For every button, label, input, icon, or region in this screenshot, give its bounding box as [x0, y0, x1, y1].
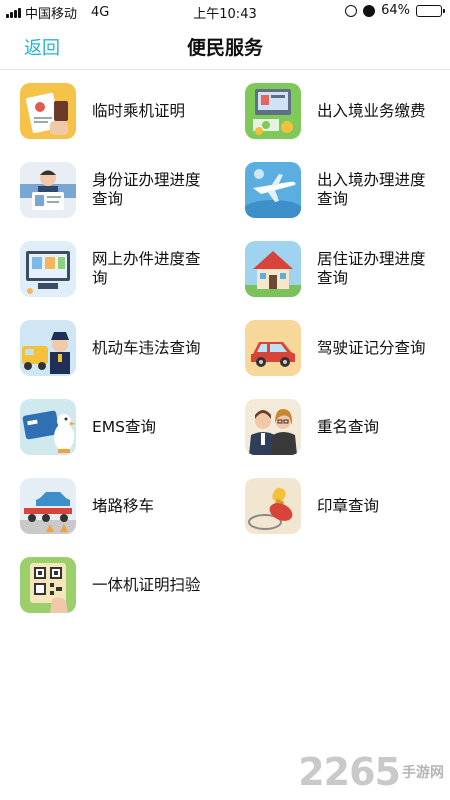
service-label: 出入境办理进度查询: [317, 171, 426, 208]
service-label: 出入境业务缴费: [317, 101, 426, 120]
service-license-points[interactable]: 驾驶证记分查询: [245, 317, 450, 379]
service-online-case[interactable]: 网上办件进度查询: [20, 238, 245, 300]
service-label: 机动车违法查询: [92, 338, 201, 357]
qr-scan-icon: [20, 557, 76, 613]
nav-bar: 返回 便民服务: [0, 22, 450, 70]
tow-truck-icon: [20, 478, 76, 534]
service-qr-verify[interactable]: 一体机证明扫验: [20, 554, 245, 616]
status-bar: 中国移动 4G 上午10:43 64%: [0, 0, 450, 22]
watermark-text: 手游网: [402, 765, 444, 781]
service-label: 堵路移车: [92, 496, 155, 515]
service-move-car[interactable]: 堵路移车: [20, 475, 245, 537]
status-right: 64%: [345, 3, 445, 18]
service-label: 身份证办理进度查询: [92, 171, 201, 208]
boarding-certificate-icon: [20, 83, 76, 139]
service-label: 网上办件进度查询: [92, 250, 201, 287]
service-duplicate-name[interactable]: 重名查询: [245, 396, 450, 458]
service-label: 重名查询: [317, 417, 380, 436]
online-case-icon: [20, 241, 76, 297]
traffic-police-icon: [20, 320, 76, 376]
service-id-card-progress[interactable]: 身份证办理进度查询: [20, 159, 245, 221]
alarm-icon: [363, 4, 376, 17]
border-payment-icon: [245, 83, 301, 139]
house-icon: [245, 241, 301, 297]
service-seal[interactable]: 印章查询: [245, 475, 450, 537]
ems-card-icon: [20, 399, 76, 455]
service-label: 一体机证明扫验: [92, 575, 201, 594]
service-label: 居住证办理进度查询: [317, 250, 426, 287]
service-label: 临时乘机证明: [92, 101, 186, 120]
service-label: 印章查询: [317, 496, 380, 515]
watermark-number: 2265: [298, 750, 401, 794]
rotation-lock-icon: [345, 4, 358, 17]
airplane-icon: [245, 162, 301, 218]
service-border-progress[interactable]: 出入境办理进度查询: [245, 159, 450, 221]
car-icon: [245, 320, 301, 376]
battery-icon: [416, 4, 445, 17]
people-icon: [245, 399, 301, 455]
service-vehicle-violation[interactable]: 机动车违法查询: [20, 317, 245, 379]
page-title: 便民服务: [186, 37, 263, 59]
service-border-payment[interactable]: 出入境业务缴费: [245, 80, 450, 142]
stamp-icon: [245, 478, 301, 534]
service-label: EMS查询: [92, 417, 157, 436]
service-ems[interactable]: EMS查询: [20, 396, 245, 458]
service-residence-progress[interactable]: 居住证办理进度查询: [245, 238, 450, 300]
service-label: 驾驶证记分查询: [317, 338, 426, 357]
watermark: 2265 手游网: [298, 750, 444, 794]
battery-label: 64%: [381, 3, 410, 18]
service-boarding-certificate[interactable]: 临时乘机证明: [20, 80, 245, 142]
id-card-progress-icon: [20, 162, 76, 218]
